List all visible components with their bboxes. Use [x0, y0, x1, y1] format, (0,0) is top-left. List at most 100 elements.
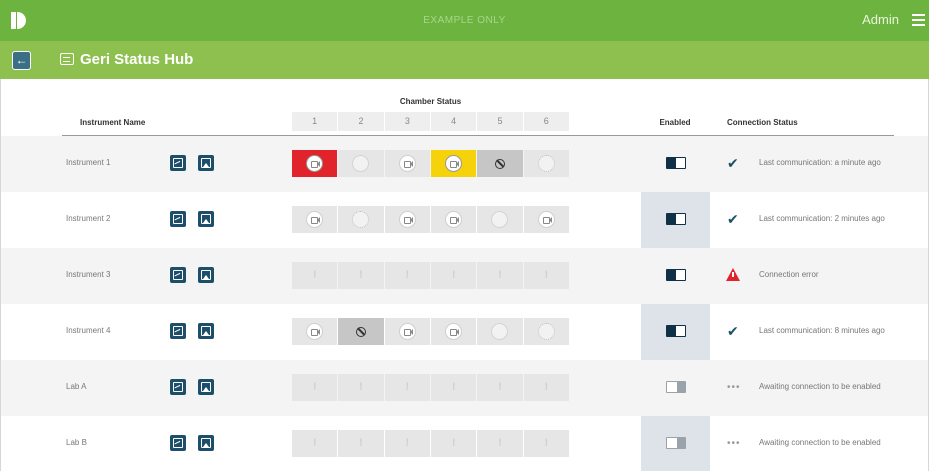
exclamation-icon: !: [544, 381, 549, 393]
chamber-unknown[interactable]: !: [430, 262, 477, 289]
chamber-cell[interactable]: [430, 206, 477, 233]
exclamation-icon: !: [544, 437, 549, 449]
chamber-cell[interactable]: [523, 206, 569, 233]
empty-circle-icon: [491, 211, 509, 228]
exclamation-icon: !: [405, 269, 410, 281]
chamber-empty[interactable]: [477, 318, 523, 345]
enabled-toggle[interactable]: [666, 437, 686, 449]
empty-circle-icon: [352, 155, 370, 172]
chamber-unknown[interactable]: !: [338, 262, 384, 289]
exclamation-icon: !: [359, 269, 363, 281]
chamber-number-header: 123456: [292, 112, 569, 131]
chamber-status-header: Chamber Status: [399, 97, 462, 106]
enabled-toggle[interactable]: [666, 381, 686, 393]
image-icon[interactable]: [198, 323, 214, 339]
enabled-toggle[interactable]: [666, 157, 686, 169]
chamber-cell[interactable]: [384, 318, 430, 345]
chamber-unknown[interactable]: !: [384, 262, 430, 289]
chamber-unknown[interactable]: !: [523, 430, 569, 457]
chamber-cell[interactable]: [292, 206, 338, 233]
chamber-alert[interactable]: [292, 150, 338, 177]
chamber-pending[interactable]: [523, 318, 569, 345]
chamber-unknown[interactable]: !: [430, 430, 477, 457]
no-entry-icon: [494, 158, 505, 169]
exclamation-icon: !: [312, 381, 317, 393]
enabled-toggle[interactable]: [666, 269, 686, 281]
chamber-number: 3: [384, 112, 430, 131]
chamber-unknown[interactable]: !: [292, 262, 338, 289]
chamber-empty[interactable]: [477, 206, 523, 233]
user-menu[interactable]: Admin: [862, 12, 899, 27]
chamber-blocked[interactable]: [477, 150, 523, 177]
chamber-cell[interactable]: [384, 206, 430, 233]
connection-status-text: Connection error: [759, 270, 819, 279]
dotted-circle-icon: [537, 155, 555, 172]
dots-icon: •••: [727, 382, 741, 393]
chamber-cell[interactable]: [430, 318, 477, 345]
image-icon[interactable]: [198, 155, 214, 171]
chamber-cell[interactable]: [384, 150, 430, 177]
chamber-status-strip: [292, 206, 569, 233]
chamber-unknown[interactable]: !: [430, 374, 477, 401]
chamber-unknown[interactable]: !: [523, 262, 569, 289]
table-row: Instrument 1 ✔ Last communication: a minut…: [1, 136, 928, 192]
connection-status-text: Awaiting connection to be enabled: [759, 438, 881, 447]
chamber-unknown[interactable]: !: [292, 374, 338, 401]
chamber-unknown[interactable]: !: [523, 374, 569, 401]
instrument-name: Instrument 2: [66, 214, 111, 223]
table-row: Lab A!!!!!! ••• Awaiting connection to be …: [1, 360, 928, 416]
chart-icon[interactable]: [170, 155, 186, 171]
warning-icon: [726, 268, 740, 281]
chart-icon[interactable]: [170, 379, 186, 395]
enabled-toggle[interactable]: [666, 213, 686, 225]
chamber-unknown[interactable]: !: [292, 430, 338, 457]
chamber-unknown[interactable]: !: [477, 430, 523, 457]
image-icon[interactable]: [198, 211, 214, 227]
chamber-unknown[interactable]: !: [338, 430, 384, 457]
enabled-toggle[interactable]: [666, 325, 686, 337]
chart-icon[interactable]: [170, 211, 186, 227]
exclamation-icon: !: [359, 437, 363, 449]
chamber-unknown[interactable]: !: [338, 374, 384, 401]
exclamation-icon: !: [312, 437, 317, 449]
chamber-number: 4: [430, 112, 477, 131]
chamber-unknown[interactable]: !: [384, 430, 430, 457]
image-icon[interactable]: [198, 435, 214, 451]
chart-icon[interactable]: [170, 267, 186, 283]
table-row: Instrument 4 ✔ Last communication: 8 minut…: [1, 304, 928, 360]
connection-status-text: Awaiting connection to be enabled: [759, 382, 881, 391]
chamber-unknown[interactable]: !: [477, 262, 523, 289]
exclamation-icon: !: [405, 437, 410, 449]
chamber-unknown[interactable]: !: [477, 374, 523, 401]
hamburger-menu-icon[interactable]: [912, 14, 925, 26]
camera-icon: [445, 323, 463, 340]
dots-icon: •••: [727, 438, 741, 449]
camera-icon: [306, 155, 324, 172]
chamber-number: 6: [523, 112, 569, 131]
chamber-cell[interactable]: [292, 318, 338, 345]
chamber-number: 5: [477, 112, 523, 131]
exclamation-icon: !: [405, 381, 410, 393]
instrument-name: Instrument 1: [66, 158, 111, 167]
instrument-name: Lab B: [66, 438, 87, 447]
chart-icon[interactable]: [170, 435, 186, 451]
chamber-blocked[interactable]: [338, 318, 384, 345]
check-icon: ✔: [727, 323, 739, 339]
image-icon[interactable]: [198, 379, 214, 395]
chamber-status-strip: [292, 318, 569, 345]
no-entry-icon: [355, 326, 366, 337]
page-header: ← Geri Status Hub: [0, 41, 929, 79]
chamber-warning[interactable]: [430, 150, 477, 177]
chamber-unknown[interactable]: !: [384, 374, 430, 401]
chamber-pending[interactable]: [338, 206, 384, 233]
image-icon[interactable]: [198, 267, 214, 283]
check-icon: ✔: [727, 155, 739, 171]
chamber-empty[interactable]: [338, 150, 384, 177]
chart-icon[interactable]: [170, 323, 186, 339]
table-row: Instrument 2 ✔ Last communication: 2 minut…: [1, 192, 928, 248]
back-button[interactable]: ←: [12, 51, 31, 70]
dotted-circle-icon: [537, 323, 555, 340]
chamber-status-strip: !!!!!!: [292, 262, 569, 289]
chamber-pending[interactable]: [523, 150, 569, 177]
instrument-name: Lab A: [66, 382, 87, 391]
